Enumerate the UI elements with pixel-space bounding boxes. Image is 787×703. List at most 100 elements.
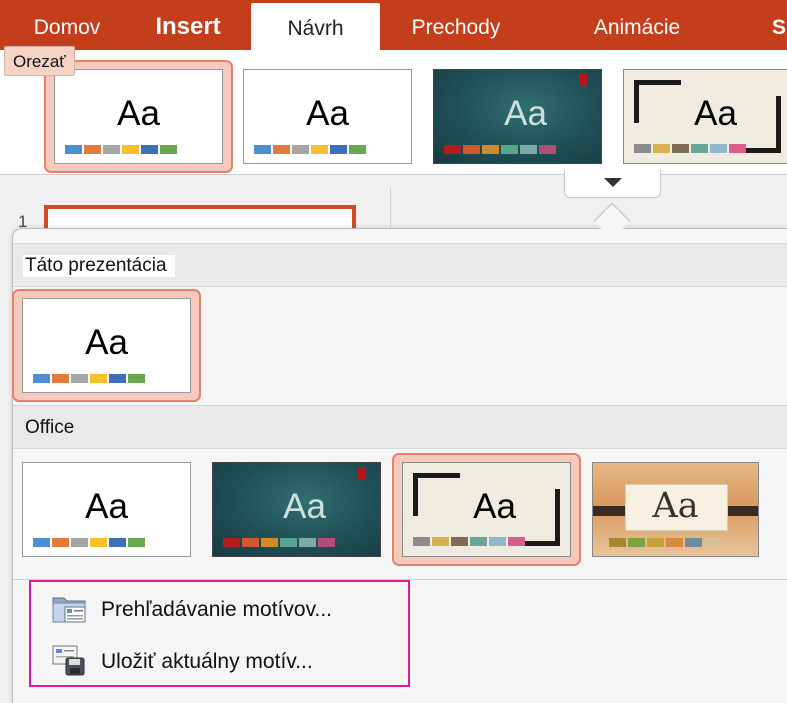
theme-color-swatches bbox=[33, 374, 145, 383]
browse-themes-button[interactable]: Prehľadávanie motívov... bbox=[31, 586, 408, 630]
color-swatch bbox=[470, 537, 487, 546]
color-swatch bbox=[160, 145, 177, 154]
color-swatch bbox=[280, 538, 297, 547]
color-swatch bbox=[128, 374, 145, 383]
gallery-expand-button[interactable] bbox=[564, 170, 661, 198]
color-swatch bbox=[90, 538, 107, 547]
theme-color-swatches bbox=[634, 144, 746, 153]
color-swatch bbox=[33, 538, 50, 547]
theme-preview-text: Aa bbox=[694, 94, 737, 133]
theme-preview-text: Aa bbox=[85, 323, 128, 362]
tooltip-orezat: Orezať bbox=[4, 46, 75, 76]
color-swatch bbox=[261, 538, 278, 547]
color-swatch bbox=[52, 374, 69, 383]
color-swatch bbox=[65, 145, 82, 154]
color-swatch bbox=[103, 145, 120, 154]
color-swatch bbox=[444, 145, 461, 154]
color-swatch bbox=[666, 538, 683, 547]
color-swatch bbox=[710, 144, 727, 153]
color-swatch bbox=[539, 145, 556, 154]
theme-preview-text: Aa bbox=[117, 94, 160, 133]
theme-preview-text: Aa bbox=[283, 487, 326, 526]
section-header-office: Office bbox=[13, 405, 787, 449]
color-swatch bbox=[647, 538, 664, 547]
ribbon-tab-bar: Domov Insert Návrh Prechody Animácie S bbox=[0, 0, 787, 50]
theme-color-swatches bbox=[444, 145, 556, 154]
ribbon-theme-thumb[interactable]: Aa bbox=[623, 69, 787, 164]
color-swatch bbox=[90, 374, 107, 383]
section-header-this-presentation: Táto prezentácia bbox=[13, 243, 787, 287]
color-swatch bbox=[704, 538, 721, 547]
color-swatch bbox=[71, 374, 88, 383]
color-swatch bbox=[451, 537, 468, 546]
theme-thumb-office[interactable]: Aa bbox=[22, 462, 191, 557]
color-swatch bbox=[609, 538, 626, 547]
theme-actions-highlight: Prehľadávanie motívov... Uložiť aktuálny… bbox=[29, 580, 410, 687]
color-swatch bbox=[349, 145, 366, 154]
color-swatch bbox=[520, 145, 537, 154]
tab-navrh[interactable]: Návrh bbox=[251, 3, 380, 50]
theme-color-swatches bbox=[413, 537, 525, 546]
theme-thumb-current[interactable]: Aa bbox=[22, 298, 191, 393]
color-swatch bbox=[463, 145, 480, 154]
ribbon-theme-thumb[interactable]: Aa bbox=[54, 69, 223, 164]
pane-divider bbox=[390, 188, 391, 228]
color-swatch bbox=[299, 538, 316, 547]
theme-color-swatches bbox=[65, 145, 177, 154]
save-theme-button[interactable]: Uložiť aktuálny motív... bbox=[31, 638, 408, 682]
theme-preview-text: Aa bbox=[306, 94, 349, 133]
color-swatch bbox=[508, 537, 525, 546]
color-swatch bbox=[273, 145, 290, 154]
color-swatch bbox=[432, 537, 449, 546]
color-swatch bbox=[729, 144, 746, 153]
color-swatch bbox=[489, 537, 506, 546]
color-swatch bbox=[33, 374, 50, 383]
ribbon-theme-thumb[interactable]: Aa bbox=[433, 69, 602, 164]
themes-popover: Táto prezentácia Office Aa Aa Aa Aa Aa Prehľ… bbox=[12, 228, 787, 703]
color-swatch bbox=[141, 145, 158, 154]
color-swatch bbox=[128, 538, 145, 547]
color-swatch bbox=[84, 145, 101, 154]
color-swatch bbox=[254, 145, 271, 154]
theme-color-swatches bbox=[254, 145, 366, 154]
tab-domov[interactable]: Domov bbox=[18, 0, 116, 50]
theme-preview-text: Aa bbox=[504, 94, 547, 133]
color-swatch bbox=[311, 145, 328, 154]
color-swatch bbox=[109, 374, 126, 383]
section-title: Office bbox=[25, 417, 75, 438]
color-swatch bbox=[330, 145, 347, 154]
accent-tag bbox=[358, 467, 366, 479]
ribbon-theme-thumb[interactable]: Aa bbox=[243, 69, 412, 164]
color-swatch bbox=[223, 538, 240, 547]
tab-animacie[interactable]: Animácie bbox=[576, 0, 698, 50]
color-swatch bbox=[71, 538, 88, 547]
color-swatch bbox=[482, 145, 499, 154]
theme-thumb-office[interactable]: Aa bbox=[592, 462, 759, 557]
color-swatch bbox=[122, 145, 139, 154]
theme-preview-text: Aa bbox=[652, 486, 699, 526]
theme-thumb-office[interactable]: Aa bbox=[402, 462, 571, 557]
tab-prechody[interactable]: Prechody bbox=[395, 0, 517, 50]
color-swatch bbox=[413, 537, 430, 546]
color-swatch bbox=[672, 144, 689, 153]
theme-thumb-office[interactable]: Aa bbox=[212, 462, 381, 557]
color-swatch bbox=[691, 144, 708, 153]
save-theme-icon bbox=[52, 645, 85, 676]
tab-next-partial[interactable]: S bbox=[772, 0, 787, 50]
tab-insert[interactable]: Insert bbox=[140, 0, 236, 50]
theme-preview-text: Aa bbox=[85, 487, 128, 526]
color-swatch bbox=[52, 538, 69, 547]
color-swatch bbox=[653, 144, 670, 153]
color-swatch bbox=[685, 538, 702, 547]
save-theme-label: Uložiť aktuálny motív... bbox=[101, 650, 313, 673]
theme-color-swatches bbox=[609, 538, 721, 547]
color-swatch bbox=[628, 538, 645, 547]
color-swatch bbox=[501, 145, 518, 154]
folder-browse-icon bbox=[52, 597, 86, 623]
section-title: Táto prezentácia bbox=[23, 255, 175, 277]
theme-preview-text: Aa bbox=[473, 487, 516, 526]
browse-themes-label: Prehľadávanie motívov... bbox=[101, 598, 333, 621]
color-swatch bbox=[318, 538, 335, 547]
color-swatch bbox=[242, 538, 259, 547]
chevron-down-icon bbox=[604, 178, 622, 187]
